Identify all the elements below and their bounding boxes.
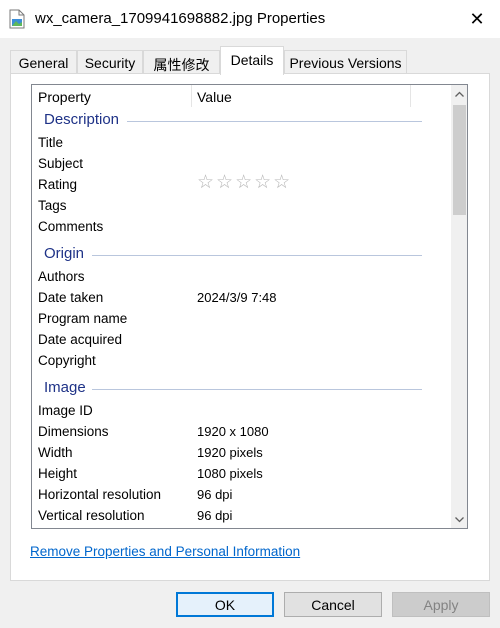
column-divider[interactable]	[410, 85, 411, 107]
group-heading-image: Image	[44, 379, 86, 396]
chevron-up-icon	[455, 91, 464, 97]
property-value: 1920 pixels	[197, 445, 263, 460]
scroll-up-button[interactable]	[451, 85, 467, 102]
property-label: Copyright	[38, 353, 96, 368]
column-header-property[interactable]: Property	[38, 89, 91, 105]
close-icon: ✕	[469, 8, 485, 29]
chevron-down-icon	[455, 516, 464, 522]
group-divider	[92, 389, 422, 390]
vertical-scrollbar[interactable]	[451, 85, 467, 528]
property-label: Rating	[38, 177, 78, 192]
file-icon	[9, 9, 25, 29]
property-value: 2024/3/9 7:48	[197, 290, 277, 305]
group-heading-description: Description	[44, 111, 120, 128]
close-button[interactable]: ✕	[454, 0, 500, 38]
property-value: 1920 x 1080	[197, 424, 269, 439]
scroll-thumb[interactable]	[453, 105, 466, 215]
property-label: Date taken	[38, 290, 104, 305]
property-label: Width	[38, 445, 73, 460]
group-heading-origin: Origin	[44, 245, 85, 262]
property-label: Image ID	[38, 403, 93, 418]
tab-previous-versions[interactable]: Previous Versions	[284, 50, 407, 74]
ok-button[interactable]: OK	[176, 592, 274, 617]
details-panel: Property Value Description Title Subject…	[10, 73, 490, 581]
scroll-down-button[interactable]	[451, 511, 467, 528]
property-label: Vertical resolution	[38, 508, 145, 523]
tab-details[interactable]: Details	[220, 46, 284, 75]
property-label: Title	[38, 135, 64, 150]
property-label: Subject	[38, 156, 84, 171]
group-divider	[92, 255, 422, 256]
property-value: 96 dpi	[197, 508, 233, 523]
tab-general[interactable]: General	[10, 50, 77, 74]
apply-button[interactable]: Apply	[392, 592, 490, 617]
property-label: Program name	[38, 311, 128, 326]
property-list-content: Property Value Description Title Subject…	[32, 85, 450, 528]
group-divider	[127, 121, 422, 122]
window-title: wx_camera_1709941698882.jpg Properties	[35, 10, 326, 27]
tab-security[interactable]: Security	[77, 50, 143, 74]
cancel-button[interactable]: Cancel	[284, 592, 382, 617]
property-label: Comments	[38, 219, 104, 234]
property-label: Authors	[38, 269, 85, 284]
rating-stars[interactable]: ☆☆☆☆☆	[197, 171, 292, 194]
property-label: Horizontal resolution	[38, 487, 162, 502]
list-header: Property Value	[32, 85, 450, 107]
column-divider[interactable]	[191, 85, 192, 107]
tab-property-edit[interactable]: 属性修改	[143, 50, 220, 74]
column-header-value[interactable]: Value	[197, 89, 232, 105]
title-bar: wx_camera_1709941698882.jpg Properties ✕	[0, 0, 500, 38]
property-value: 96 dpi	[197, 487, 233, 502]
property-label: Tags	[38, 198, 67, 213]
property-list[interactable]: Property Value Description Title Subject…	[31, 84, 468, 529]
property-value: 1080 pixels	[197, 466, 263, 481]
property-label: Dimensions	[38, 424, 109, 439]
tab-bar: General Security 属性修改 Details Previous V…	[10, 46, 490, 75]
property-label: Height	[38, 466, 78, 481]
remove-properties-link[interactable]: Remove Properties and Personal Informati…	[30, 544, 300, 559]
property-label: Date acquired	[38, 332, 123, 347]
